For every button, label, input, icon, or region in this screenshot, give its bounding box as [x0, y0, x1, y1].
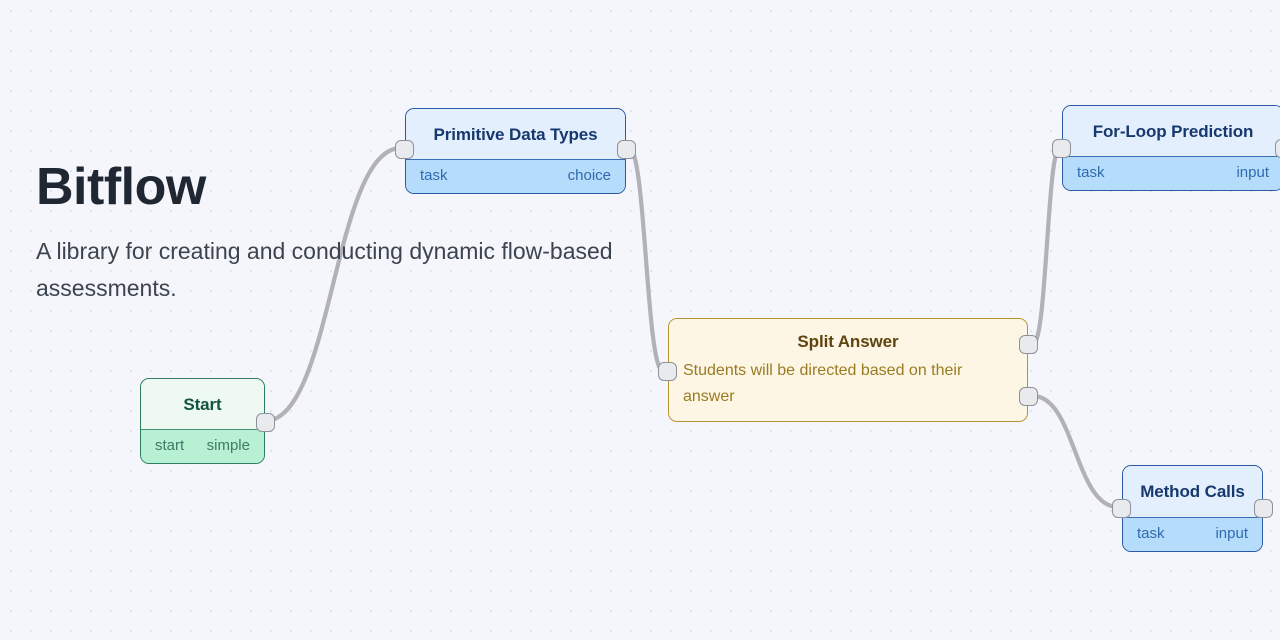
- handle-primitive-target[interactable]: [395, 140, 414, 159]
- node-forloop-meta-left: task: [1077, 164, 1105, 181]
- node-start[interactable]: Start start simple: [140, 378, 275, 464]
- node-start-meta: start simple: [141, 429, 264, 463]
- node-primitive-title: Primitive Data Types: [406, 109, 625, 159]
- node-primitive-meta-left: task: [420, 167, 448, 184]
- edges-layer: [262, 144, 1121, 510]
- handle-primitive-source[interactable]: [617, 140, 636, 159]
- node-forloop-body: For-Loop Prediction task input: [1063, 106, 1280, 190]
- node-start-meta-right: simple: [206, 437, 250, 454]
- node-method-title: Method Calls: [1123, 466, 1262, 517]
- node-start-body: Start start simple: [141, 379, 264, 463]
- node-start-title: Start: [141, 379, 264, 429]
- node-split-title: Split Answer: [797, 332, 899, 351]
- node-method-body: Method Calls task input: [1123, 466, 1262, 551]
- node-split-answer[interactable]: Split Answer Students will be directed b…: [658, 318, 1038, 422]
- edge-start-to-primitive: [262, 145, 404, 424]
- handle-method-target[interactable]: [1112, 499, 1131, 518]
- flow-canvas[interactable]: Bitflow A library for creating and condu…: [0, 0, 1280, 640]
- handle-method-source[interactable]: [1254, 499, 1273, 518]
- node-primitive-body: Primitive Data Types task choice: [406, 109, 625, 193]
- node-method-meta: task input: [1123, 517, 1262, 551]
- node-for-loop-prediction[interactable]: For-Loop Prediction task input: [1052, 105, 1280, 191]
- handle-forloop-target[interactable]: [1052, 139, 1071, 158]
- node-method-meta-right: input: [1215, 525, 1248, 542]
- node-split-description: Students will be directed based on their…: [683, 362, 963, 406]
- node-forloop-meta-right: input: [1236, 164, 1269, 181]
- handle-start-source[interactable]: [256, 413, 275, 432]
- node-start-meta-left: start: [155, 437, 185, 454]
- node-split-body-wrap: Split Answer Students will be directed b…: [669, 319, 1027, 421]
- handle-split-source-top[interactable]: [1019, 335, 1038, 354]
- handle-split-target[interactable]: [658, 362, 677, 381]
- edge-split-to-method: [1030, 393, 1121, 510]
- edge-primitive-to-split: [626, 145, 666, 374]
- node-forloop-meta: task input: [1063, 156, 1280, 190]
- node-method-meta-left: task: [1137, 525, 1165, 542]
- handle-split-source-bottom[interactable]: [1019, 387, 1038, 406]
- node-primitive-data-types[interactable]: Primitive Data Types task choice: [395, 108, 636, 194]
- handle-forloop-source[interactable]: [1275, 139, 1280, 158]
- node-forloop-title: For-Loop Prediction: [1063, 106, 1280, 156]
- node-primitive-meta: task choice: [406, 159, 625, 193]
- edge-split-to-forloop: [1030, 144, 1063, 347]
- node-primitive-meta-right: choice: [567, 167, 611, 184]
- node-method-calls[interactable]: Method Calls task input: [1112, 465, 1273, 552]
- page-subtitle: A library for creating and conducting dy…: [36, 237, 613, 301]
